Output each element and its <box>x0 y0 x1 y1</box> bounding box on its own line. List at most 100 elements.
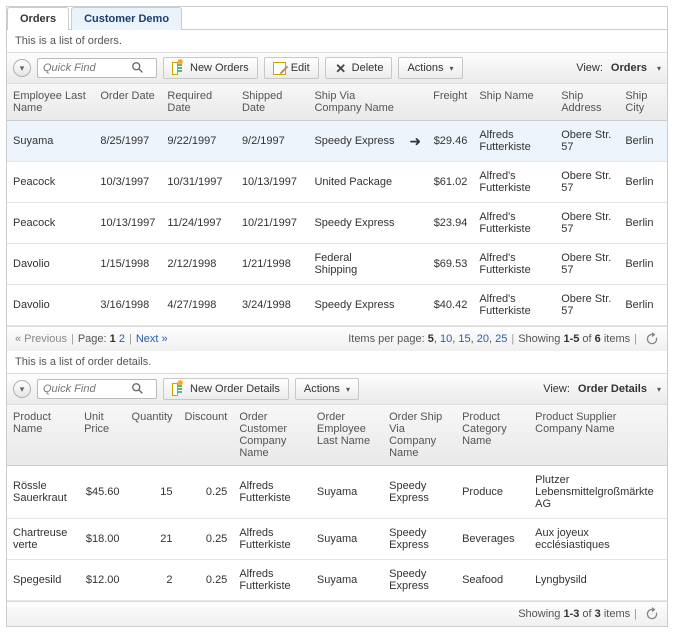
new-orders-label: New Orders <box>190 62 249 74</box>
tab-strip: Orders Customer Demo <box>7 7 667 30</box>
new-document-icon: ✸ <box>172 382 186 396</box>
col-shipname[interactable]: Ship Name <box>473 84 555 121</box>
cell-employee[interactable]: Davolio <box>7 244 94 285</box>
delete-button[interactable]: ✕ Delete <box>325 57 393 79</box>
col-shipped[interactable]: Shipped Date <box>236 84 309 121</box>
table-row[interactable]: Davolio1/15/19982/12/19981/21/1998Federa… <box>7 244 667 285</box>
cell-employee[interactable]: Davolio <box>7 285 94 326</box>
quickfind-box[interactable] <box>37 58 157 78</box>
table-row[interactable]: Chartreuse verte$18.00210.25Alfreds Futt… <box>7 519 667 560</box>
cell-product[interactable]: Rössle Sauerkraut <box>7 466 78 519</box>
showing-suffix: items <box>604 333 630 345</box>
tab-customer-demo[interactable]: Customer Demo <box>71 7 182 30</box>
cell-qty: 21 <box>126 519 179 560</box>
refresh-icon[interactable] <box>645 332 659 346</box>
col-shipvia[interactable]: Ship Via Company Name <box>308 84 403 121</box>
col-shipaddr[interactable]: Ship Address <box>555 84 619 121</box>
ipp-option[interactable]: 25 <box>495 333 507 345</box>
view-label: View: <box>576 62 603 74</box>
chevron-down-icon: ▾ <box>450 64 454 73</box>
cell-shipaddr: Obere Str. 57 <box>555 285 619 326</box>
cell-shipname: Alfreds Futterkiste <box>473 121 555 162</box>
details-pager: Showing 1-3 of 3 items | <box>7 601 667 626</box>
prev-link[interactable]: « Previous <box>15 333 67 345</box>
col-custcompany[interactable]: Order Customer Company Name <box>233 405 311 466</box>
col-supplier[interactable]: Product Supplier Company Name <box>529 405 667 466</box>
cell-shipname: Alfred's Futterkiste <box>473 244 555 285</box>
cell-shipvia: United Package <box>308 162 403 203</box>
cell-shipvia: Speedy Express <box>308 203 403 244</box>
col-qty[interactable]: Quantity <box>126 405 179 466</box>
cell-product[interactable]: Spegesild <box>7 560 78 601</box>
table-row[interactable]: Davolio3/16/19984/27/19983/24/1998Speedy… <box>7 285 667 326</box>
ipp-option[interactable]: 10 <box>440 333 452 345</box>
ipp-option[interactable]: 20 <box>477 333 489 345</box>
showing-of: of <box>582 333 591 345</box>
collapse-toggle[interactable]: ▾ <box>13 59 31 77</box>
cell-employee[interactable]: Peacock <box>7 203 94 244</box>
edit-label: Edit <box>291 62 310 74</box>
tab-orders[interactable]: Orders <box>7 7 69 30</box>
cell-shipaddr: Obere Str. 57 <box>555 162 619 203</box>
refresh-icon[interactable] <box>645 607 659 621</box>
col-unitprice[interactable]: Unit Price <box>78 405 125 466</box>
col-required[interactable]: Required Date <box>161 84 236 121</box>
col-freight[interactable]: Freight <box>427 84 473 121</box>
ipp-option[interactable]: 5 <box>428 333 434 345</box>
new-details-button[interactable]: ✸ New Order Details <box>163 378 289 400</box>
chevron-down-icon[interactable]: ▾ <box>657 385 661 394</box>
quickfind-box[interactable] <box>37 379 157 399</box>
cell-orderdate: 10/3/1997 <box>94 162 161 203</box>
cell-employee[interactable]: Peacock <box>7 162 94 203</box>
view-label: View: <box>543 383 570 395</box>
actions-label: Actions <box>304 383 340 395</box>
cell-freight: $61.02 <box>427 162 473 203</box>
table-row[interactable]: Suyama8/25/19979/22/19979/2/1997Speedy E… <box>7 121 667 162</box>
table-row[interactable]: Peacock10/13/199711/24/199710/21/1997Spe… <box>7 203 667 244</box>
col-employee[interactable]: Employee Last Name <box>7 84 94 121</box>
cell-orderdate: 3/16/1998 <box>94 285 161 326</box>
showing-total: 6 <box>595 333 601 345</box>
search-icon[interactable] <box>131 382 145 396</box>
page-2[interactable]: 2 <box>119 333 125 345</box>
cell-shipvia: Federal Shipping <box>308 244 403 285</box>
cell-employee[interactable]: Suyama <box>7 121 94 162</box>
col-product[interactable]: Product Name <box>7 405 78 466</box>
view-name[interactable]: Orders <box>611 62 647 74</box>
col-discount[interactable]: Discount <box>179 405 234 466</box>
quickfind-input[interactable] <box>41 61 131 75</box>
chevron-down-icon[interactable]: ▾ <box>657 64 661 73</box>
col-emplast[interactable]: Order Employee Last Name <box>311 405 383 466</box>
cell-product[interactable]: Chartreuse verte <box>7 519 78 560</box>
page-label: Page: <box>78 333 107 345</box>
next-link[interactable]: Next » <box>136 333 168 345</box>
cell-shipped: 1/21/1998 <box>236 244 309 285</box>
quickfind-input[interactable] <box>41 382 131 396</box>
actions-label: Actions <box>407 62 443 74</box>
table-row[interactable]: Spegesild$12.0020.25Alfreds FutterkisteS… <box>7 560 667 601</box>
page-1[interactable]: 1 <box>110 333 116 345</box>
row-arrow-icon[interactable]: ➜ <box>403 121 427 162</box>
cell-shipped: 3/24/1998 <box>236 285 309 326</box>
delete-label: Delete <box>352 62 384 74</box>
col-orderdate[interactable]: Order Date <box>94 84 161 121</box>
edit-icon <box>273 61 287 75</box>
table-row[interactable]: Peacock10/3/199710/31/199710/13/1997Unit… <box>7 162 667 203</box>
new-document-icon: ✸ <box>172 61 186 75</box>
col-shipcity[interactable]: Ship City <box>619 84 667 121</box>
collapse-toggle[interactable]: ▾ <box>13 380 31 398</box>
ipp-option[interactable]: 15 <box>458 333 470 345</box>
col-category[interactable]: Product Category Name <box>456 405 529 466</box>
view-name[interactable]: Order Details <box>578 383 647 395</box>
new-orders-button[interactable]: ✸ New Orders <box>163 57 258 79</box>
cell-orderdate: 1/15/1998 <box>94 244 161 285</box>
col-shipvia[interactable]: Order Ship Via Company Name <box>383 405 456 466</box>
cell-shipname: Alfred's Futterkiste <box>473 203 555 244</box>
actions-dropdown[interactable]: Actions ▾ <box>398 57 462 79</box>
edit-button[interactable]: Edit <box>264 57 319 79</box>
search-icon[interactable] <box>131 61 145 75</box>
cell-supplier: Aux joyeux ecclésiastiques <box>529 519 667 560</box>
table-row[interactable]: Rössle Sauerkraut$45.60150.25Alfreds Fut… <box>7 466 667 519</box>
cell-unitprice: $18.00 <box>78 519 125 560</box>
actions-dropdown[interactable]: Actions ▾ <box>295 378 359 400</box>
